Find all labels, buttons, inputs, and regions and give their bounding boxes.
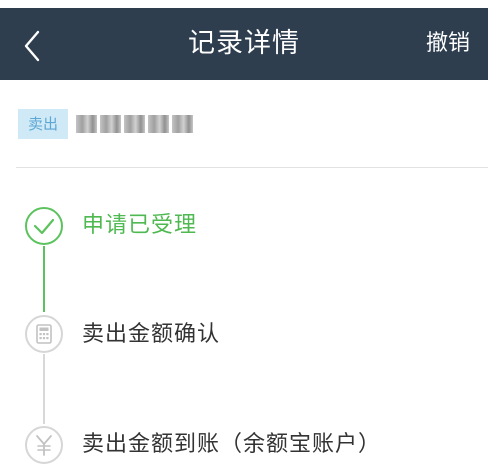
timeline-connector-done — [43, 246, 45, 312]
redacted-block — [172, 115, 194, 133]
timeline-connector-pending — [43, 354, 45, 424]
step-label: 卖出金额确认 — [82, 322, 221, 347]
redacted-block — [148, 115, 170, 133]
cancel-button[interactable]: 撤销 — [426, 8, 470, 80]
record-detail-screen: 记录详情 撤销 卖出 申请已受理 卖出金额确认 卖出金额到账（余额宝账户） — [0, 0, 488, 470]
type-tag: 卖出 — [18, 109, 69, 139]
redacted-block — [124, 115, 146, 133]
yuan-icon — [24, 425, 64, 465]
step-label: 卖出金额到账（余额宝账户） — [82, 432, 382, 457]
redacted-block — [100, 115, 122, 133]
step-label: 申请已受理 — [82, 213, 198, 238]
divider — [16, 167, 488, 168]
check-circle-icon — [24, 206, 64, 246]
redacted-block — [76, 115, 98, 133]
calculator-icon — [24, 314, 64, 354]
status-strip — [0, 0, 488, 8]
page-title: 记录详情 — [188, 28, 300, 59]
fund-row: 卖出 — [18, 108, 194, 140]
header-bar: 记录详情 撤销 — [0, 8, 488, 80]
fund-name-redacted — [76, 115, 194, 133]
